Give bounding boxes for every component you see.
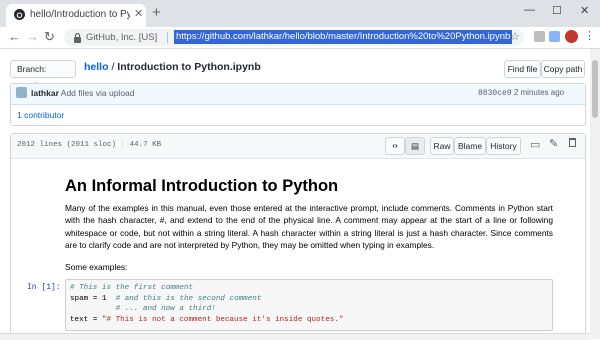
file-name: Introduction to Python.ipynb (117, 61, 261, 73)
branch-label: Branch: (17, 64, 47, 74)
code-line-4: text = "# This is not a comment because … (70, 315, 344, 324)
profile-avatar[interactable] (565, 30, 578, 43)
desktop-icon[interactable]: ▭ (530, 138, 540, 151)
minimize-icon[interactable]: — (524, 4, 535, 16)
code-cell-text: # This is the first comment spam = 1 # a… (70, 283, 343, 325)
commit-line: lathkar Add files via upload (31, 88, 135, 98)
commit-time: 2 minutes ago (513, 88, 565, 97)
code-icon: ‹› (392, 141, 398, 150)
extension-icon[interactable] (534, 31, 545, 42)
lock-icon (74, 32, 81, 43)
tab-title: hello/Introduction to Python.ipyn (30, 9, 130, 20)
branch-select-button[interactable]: Branch: master ▾ (10, 60, 76, 90)
code-line-1: # This is the first comment (70, 284, 194, 292)
github-favicon-icon (14, 9, 25, 20)
pencil-icon[interactable]: ✎ (549, 137, 558, 150)
input-prompt: In [1]: (27, 283, 61, 292)
file-size: 44.7 KB (129, 141, 162, 149)
file-lines: 2012 lines (2011 sloc) (17, 141, 117, 149)
url-text[interactable]: https://github.com/lathkar/hello/blob/ma… (174, 30, 513, 44)
bookmark-star-icon[interactable]: ☆ (510, 30, 520, 43)
contributors-link[interactable]: 1 contributor (17, 110, 64, 120)
scrollbar-thumb[interactable] (592, 60, 598, 118)
commit-author[interactable]: lathkar (31, 88, 59, 98)
forward-icon[interactable]: → (26, 29, 39, 45)
reload-icon[interactable]: ↻ (44, 29, 55, 45)
rendered-view-button[interactable]: ▤ (405, 137, 425, 155)
source-view-button[interactable]: ‹› (385, 137, 405, 155)
tab-close-icon[interactable]: ✕ (134, 7, 143, 20)
notebook-heading: An Informal Introduction to Python (65, 177, 339, 195)
file-info: 2012 lines (2011 sloc) | 44.7 KB (17, 141, 162, 149)
close-window-icon[interactable]: ✕ (580, 4, 589, 17)
breadcrumb: hello / Introduction to Python.ipynb (84, 60, 261, 74)
omnibox-divider (167, 32, 168, 43)
commit-hash[interactable]: 8830ce9 (478, 89, 512, 98)
code-line-3: # ... and now a third! (70, 305, 216, 313)
new-tab-button[interactable]: + (152, 5, 161, 20)
blame-button[interactable]: Blame (454, 137, 486, 155)
notebook-paragraph: Many of the examples in this manual, eve… (65, 203, 553, 250)
ev-cert-label: GitHub, Inc. [US] (86, 32, 158, 43)
extension-2-icon[interactable] (549, 31, 560, 42)
some-examples-text: Some examples: (65, 262, 128, 272)
commit-meta: 8830ce9 2 minutes ago (478, 88, 564, 98)
code-line-2: spam = 1 # and this is the second commen… (70, 294, 262, 303)
repo-link[interactable]: hello (84, 61, 109, 73)
history-button[interactable]: History (486, 137, 521, 155)
find-file-button[interactable]: Find file (504, 60, 541, 78)
author-avatar[interactable] (16, 87, 27, 98)
breadcrumb-separator: / (111, 61, 115, 73)
raw-button[interactable]: Raw (430, 137, 454, 155)
commit-message[interactable]: Add files via upload (61, 88, 135, 98)
copy-path-button[interactable]: Copy path (541, 60, 585, 78)
trash-icon[interactable] (569, 138, 576, 147)
browser-menu-icon[interactable]: ⋮ (584, 29, 595, 43)
back-icon[interactable]: ← (8, 29, 21, 45)
file-text-icon: ▤ (410, 141, 420, 151)
browser-tab[interactable]: hello/Introduction to Python.ipyn ✕ (6, 4, 146, 27)
maximize-icon[interactable]: ☐ (552, 4, 562, 17)
